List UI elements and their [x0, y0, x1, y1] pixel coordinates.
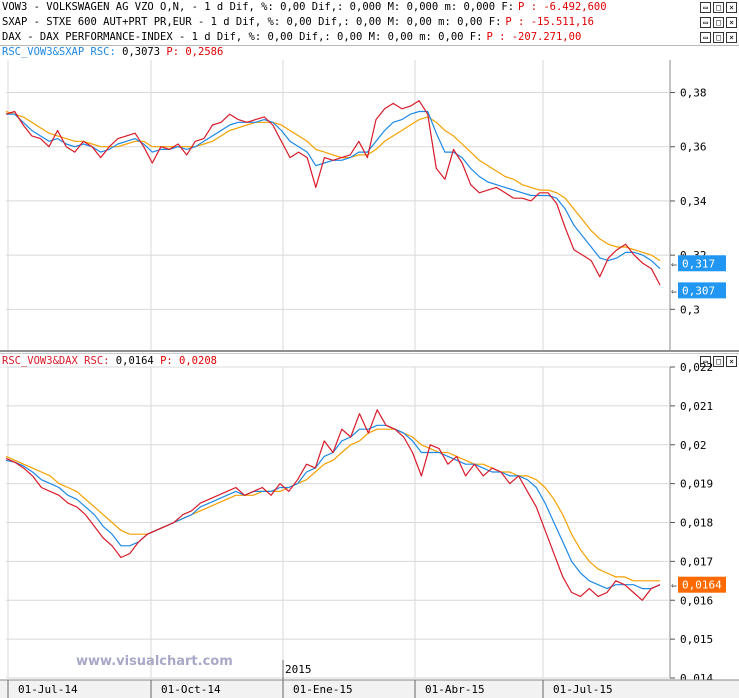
value-badge-label: 0,0164	[682, 579, 722, 592]
y-tick-label: 0,016	[680, 594, 713, 607]
price-series	[5, 100, 661, 286]
x-axis-bar	[0, 680, 739, 698]
year-marker-label: 2015	[285, 663, 312, 676]
y-tick-label: 0,022	[680, 361, 713, 374]
x-tick-label: 01-Abr-15	[425, 683, 485, 696]
value-badge-label: 0,307	[682, 284, 715, 297]
slow-ma-series	[5, 110, 661, 262]
price-series	[5, 409, 661, 601]
x-tick-label: 01-Jul-15	[553, 683, 613, 696]
y-tick-label: 0,021	[680, 400, 713, 413]
y-tick-label: 0,015	[680, 633, 713, 646]
y-tick-label: 0,3	[680, 303, 700, 316]
y-tick-label: 0,018	[680, 517, 713, 530]
x-tick-label: 01-Ene-15	[293, 683, 353, 696]
badge-arrow-icon: ⇐	[671, 286, 677, 297]
y-tick-label: 0,02	[680, 439, 707, 452]
chart-canvas[interactable]: 0,30,320,340,360,38⇐0,317⇐0,3070,0140,01…	[0, 0, 739, 698]
y-tick-label: 0,019	[680, 478, 713, 491]
y-tick-label: 0,36	[680, 141, 707, 154]
x-tick-label: 01-Oct-14	[161, 683, 221, 696]
fast-ma-series	[6, 110, 661, 270]
badge-arrow-icon: ⇐	[671, 259, 677, 270]
watermark: www.visualchart.com	[76, 654, 233, 669]
badge-arrow-icon: ⇐	[671, 581, 677, 592]
x-tick-label: 01-Jul-14	[18, 683, 78, 696]
y-tick-label: 0,017	[680, 555, 713, 568]
value-badge-label: 0,317	[682, 257, 715, 270]
fast-ma-series	[5, 424, 661, 590]
y-tick-label: 0,38	[680, 87, 707, 100]
y-tick-label: 0,34	[680, 195, 707, 208]
